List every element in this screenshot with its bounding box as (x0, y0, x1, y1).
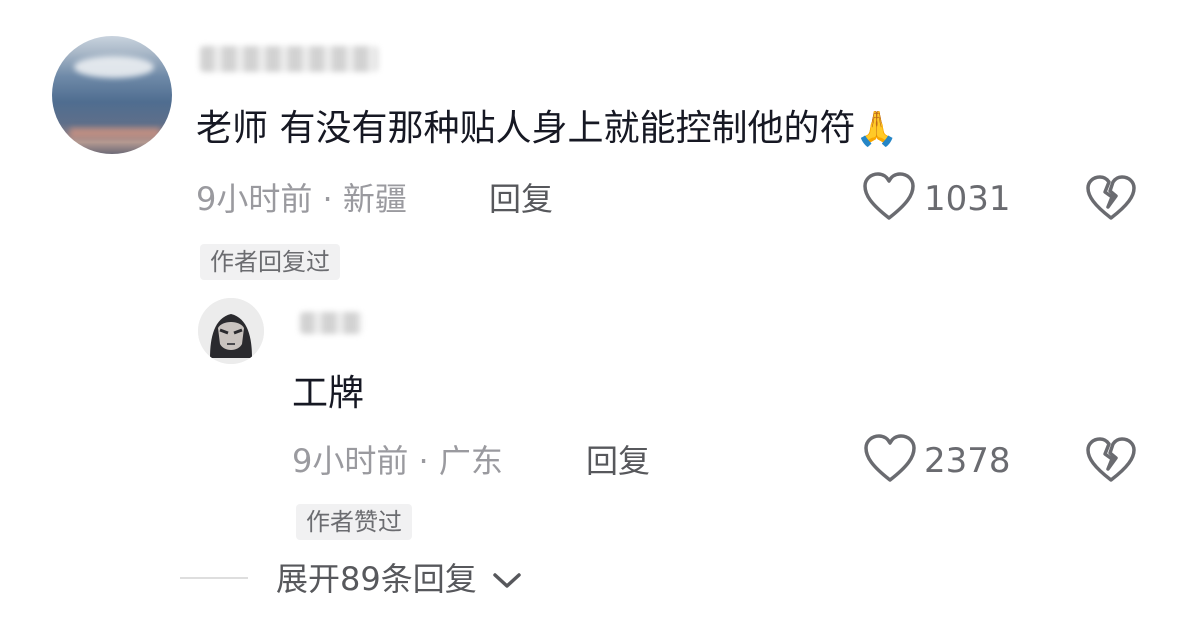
reply-like-count: 2378 (924, 441, 1011, 481)
reply-like-button[interactable] (862, 433, 918, 485)
avatar[interactable] (52, 36, 172, 154)
broken-heart-icon (1086, 175, 1136, 220)
reply-button[interactable]: 回复 (489, 180, 553, 218)
heart-outline-icon (863, 172, 915, 220)
cartoon-face-icon (198, 298, 264, 364)
author-replied-badge: 作者回复过 (200, 244, 340, 280)
like-count: 1031 (924, 179, 1011, 219)
reply-reply-button[interactable]: 回复 (586, 442, 650, 480)
reply-text: 工牌 (292, 373, 365, 414)
comment-text: 老师 有没有那种贴人身上就能控制他的符🙏 (196, 108, 898, 150)
reply-dislike-button[interactable] (1085, 436, 1137, 484)
reply-time-location: 9小时前 · 广东 (292, 442, 503, 480)
chevron-down-icon (493, 573, 521, 588)
pray-emoji: 🙏 (855, 109, 898, 149)
expand-replies-label: 展开89条回复 (276, 560, 477, 598)
reply-avatar[interactable] (198, 298, 264, 364)
comment-text-content: 老师 有没有那种贴人身上就能控制他的符 (196, 108, 856, 149)
author-liked-badge: 作者赞过 (296, 504, 412, 540)
username-blurred[interactable] (200, 46, 378, 72)
expand-replies-button[interactable]: 展开89条回复 (276, 560, 523, 598)
broken-heart-icon (1086, 437, 1136, 482)
dislike-button[interactable] (1085, 174, 1137, 222)
like-button[interactable] (861, 171, 917, 223)
time-location: 9小时前 · 新疆 (196, 180, 407, 218)
divider-line (180, 577, 248, 579)
reply-username-blurred[interactable] (300, 312, 362, 334)
heart-outline-icon (864, 434, 916, 482)
